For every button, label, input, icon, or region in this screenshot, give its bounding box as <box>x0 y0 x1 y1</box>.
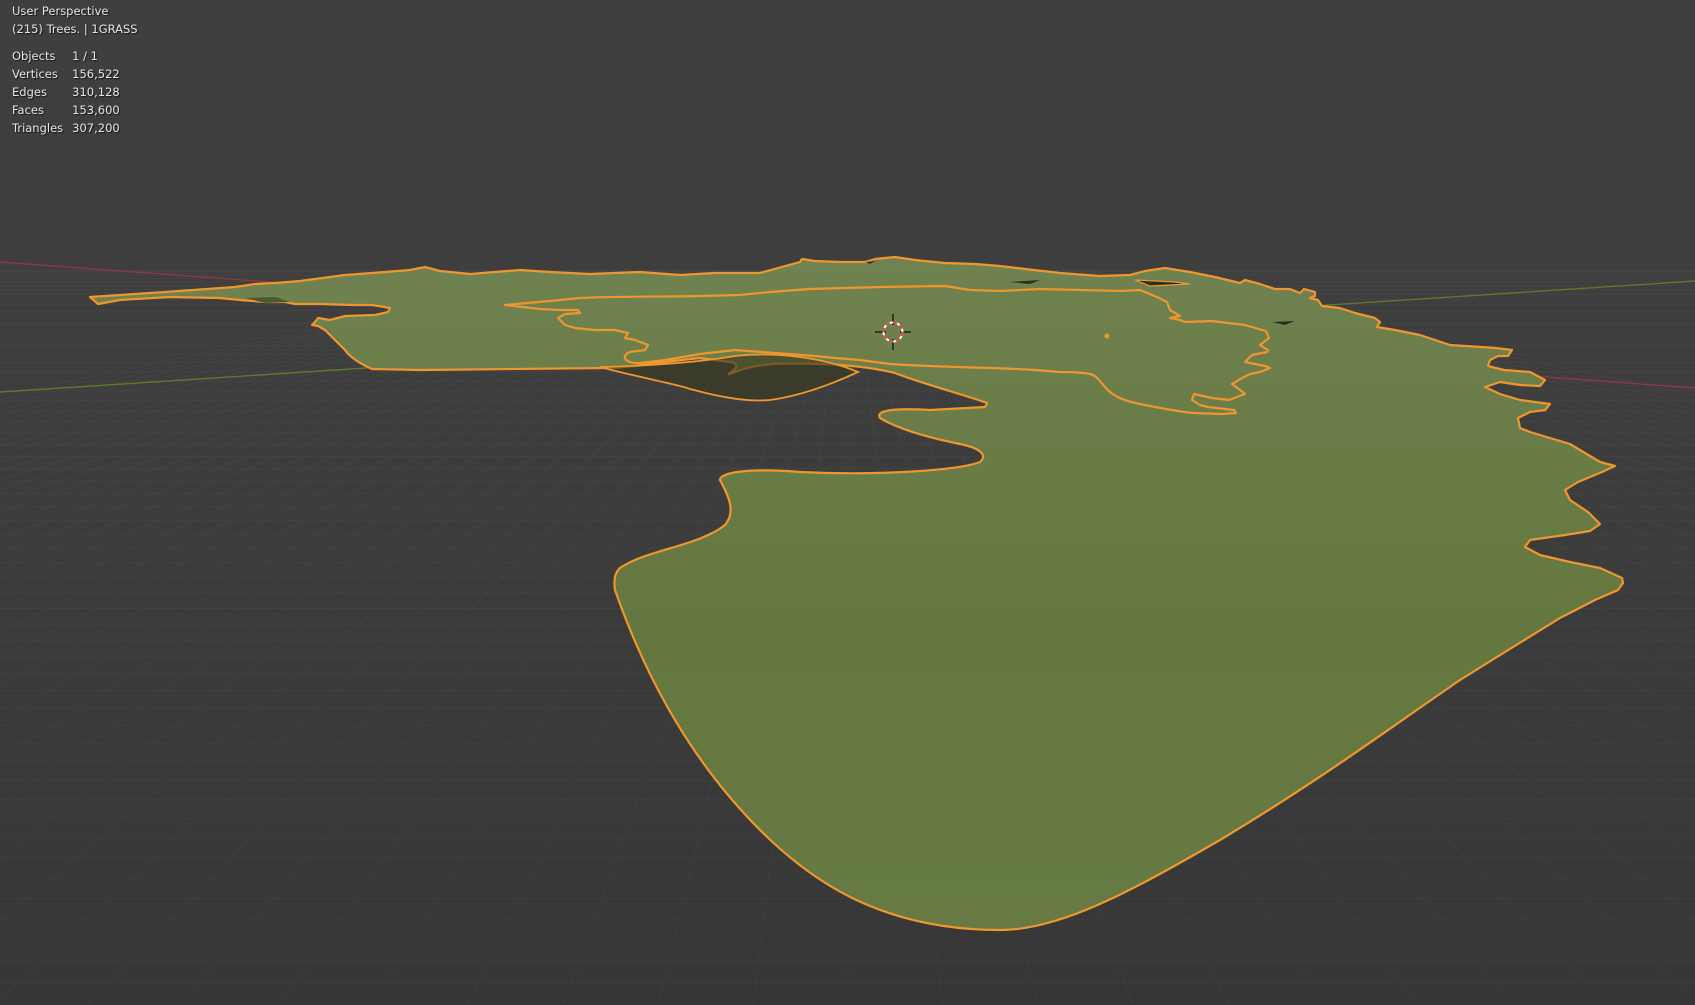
object-origin-icon <box>1104 333 1110 339</box>
3d-viewport[interactable]: User Perspective (215) Trees. | 1GRASS O… <box>0 0 1695 1005</box>
scene-canvas[interactable] <box>0 0 1695 1005</box>
